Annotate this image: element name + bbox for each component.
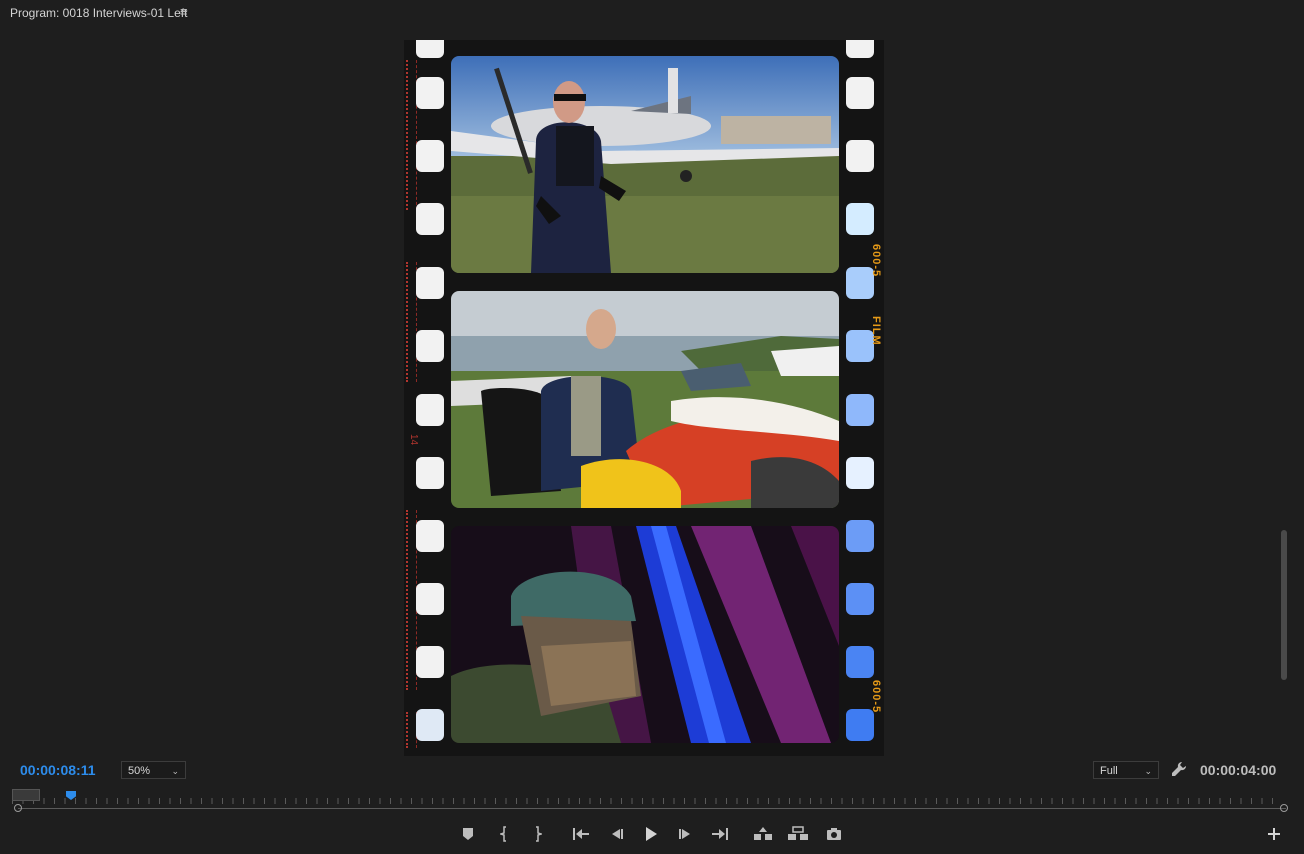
- chevron-down-icon: ⌄: [171, 766, 179, 776]
- time-ruler[interactable]: [12, 788, 1288, 814]
- sprocket-hole: [846, 40, 874, 58]
- step-back-icon[interactable]: [605, 825, 627, 843]
- wrench-icon[interactable]: [1171, 761, 1187, 777]
- zoom-level-value: 50%: [128, 765, 151, 777]
- sprocket-hole: [416, 520, 444, 552]
- sprocket-hole: [846, 203, 874, 235]
- sprocket-hole: [416, 394, 444, 426]
- video-frame-parachutes: [451, 291, 839, 508]
- sprocket-hole: [416, 203, 444, 235]
- current-timecode[interactable]: 00:00:08:11: [20, 762, 96, 778]
- playback-resolution-value: Full: [1100, 765, 1118, 777]
- mark-in-icon[interactable]: [494, 825, 516, 843]
- sprocket-hole: [416, 140, 444, 172]
- step-forward-icon[interactable]: [675, 825, 697, 843]
- sprocket-hole: [416, 40, 444, 58]
- film-edge-label: 600-5: [870, 244, 882, 278]
- add-button-icon[interactable]: [1263, 825, 1285, 843]
- video-frame-skydiver-helmet: [451, 526, 839, 743]
- extract-icon[interactable]: [787, 825, 809, 843]
- sprocket-hole: [846, 457, 874, 489]
- scrollbar-thumb[interactable]: [1281, 530, 1287, 680]
- panel-title: Program: 0018 Interviews-01 Left: [10, 6, 188, 20]
- vertical-scrollbar[interactable]: [1279, 40, 1289, 756]
- sprocket-hole: [416, 77, 444, 109]
- sprocket-hole: [416, 457, 444, 489]
- zoom-handle-left[interactable]: [14, 804, 22, 812]
- ruler-ticks: [12, 798, 1282, 804]
- sprocket-hole: [846, 77, 874, 109]
- sprocket-hole: [846, 520, 874, 552]
- mark-out-icon[interactable]: [526, 825, 548, 843]
- add-marker-icon[interactable]: [457, 825, 479, 843]
- film-edge-label: FILM: [870, 316, 882, 346]
- zoom-level-dropdown[interactable]: 50% ⌄: [121, 761, 186, 779]
- zoom-scroll-bar[interactable]: [18, 808, 1286, 809]
- duration-timecode: 00:00:04:00: [1200, 762, 1277, 778]
- sprocket-hole: [846, 646, 874, 678]
- sprocket-hole: [846, 709, 874, 741]
- video-frame-airplane: [451, 56, 839, 273]
- sprocket-hole: [416, 709, 444, 741]
- play-icon[interactable]: [640, 825, 662, 843]
- go-to-out-icon[interactable]: [709, 825, 731, 843]
- sprocket-hole: [846, 583, 874, 615]
- hamburger-menu-icon[interactable]: ≡: [180, 4, 188, 19]
- sprocket-hole: [416, 330, 444, 362]
- sprocket-hole: [416, 583, 444, 615]
- chevron-down-icon: ⌄: [1144, 766, 1152, 776]
- film-edge-label: 600-5: [870, 680, 882, 714]
- program-monitor-video[interactable]: 14 600-5 FILM 600-5: [404, 40, 884, 756]
- zoom-handle-right[interactable]: [1280, 804, 1288, 812]
- sprocket-hole: [846, 140, 874, 172]
- film-edge-number: 14: [408, 434, 419, 446]
- ruler-start-handle[interactable]: [12, 789, 40, 801]
- sprocket-hole: [416, 646, 444, 678]
- lift-icon[interactable]: [752, 825, 774, 843]
- sprocket-hole: [416, 267, 444, 299]
- export-frame-icon[interactable]: [823, 825, 845, 843]
- sprocket-hole: [846, 394, 874, 426]
- go-to-in-icon[interactable]: [570, 825, 592, 843]
- playback-resolution-dropdown[interactable]: Full ⌄: [1093, 761, 1159, 779]
